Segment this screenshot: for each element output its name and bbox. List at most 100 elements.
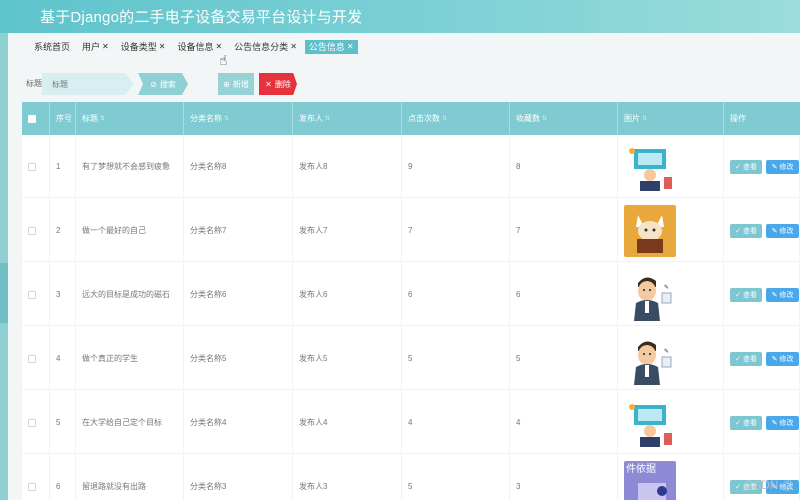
row-select-cell xyxy=(22,327,50,390)
table-row[interactable]: 1 有了梦想就不会感到疲惫 分类名称8 发布人8 9 8 ✓ 查看 ✎ 修改 xyxy=(22,135,800,198)
search-button-label: 搜索 xyxy=(159,79,176,89)
tab-label: 公告信息分类 xyxy=(234,42,289,52)
delete-button[interactable]: ✕ 删除 xyxy=(259,73,297,95)
column-header-image[interactable]: 图片 ⇅ xyxy=(618,102,724,135)
watermark: CSDN @ xyxy=(744,478,794,492)
classroom-illustration-icon xyxy=(624,396,676,449)
delete-button-label: 删除 xyxy=(274,79,291,89)
tab-home[interactable]: 系统首页 xyxy=(30,40,75,54)
close-icon[interactable]: ✕ xyxy=(290,40,297,54)
sidebar-scroll-mark xyxy=(0,263,8,323)
table-header: 序号 标题 ⇅ 分类名称 ⇅ 发布人 ⇅ 点击次数 ⇅ 收藏数 ⇅ 图片 ⇅ 操作 xyxy=(22,102,800,135)
table-row[interactable]: 3 远大的目标是成功的磁石 分类名称6 发布人6 6 6 ✎ ✓ 查看 ✎ 修改 xyxy=(22,263,800,326)
column-header-favorites[interactable]: 收藏数 ⇅ xyxy=(510,102,618,135)
sidebar-strip[interactable] xyxy=(0,33,8,500)
cell-publisher: 发布人5 xyxy=(293,327,402,390)
cell-index: 2 xyxy=(50,199,76,262)
column-header-clicks[interactable]: 点击次数 ⇅ xyxy=(402,102,510,135)
tab-label: 设备信息 xyxy=(177,42,214,52)
view-button[interactable]: ✓ 查看 xyxy=(730,287,763,302)
cell-title: 做一个最好的自己 xyxy=(76,199,184,262)
actions-cell: ✓ 查看 ✎ 修改 xyxy=(724,135,800,198)
cell-favorites: 6 xyxy=(510,263,618,326)
edit-button[interactable]: ✎ 修改 xyxy=(766,287,799,302)
sort-icon[interactable]: ⇅ xyxy=(325,115,330,122)
row-checkbox[interactable] xyxy=(28,290,36,299)
close-icon[interactable]: ✕ xyxy=(159,40,166,54)
column-header-label: 分类名称 xyxy=(190,114,222,123)
cell-publisher: 发布人4 xyxy=(293,391,402,454)
column-header-title[interactable]: 标题 ⇅ xyxy=(76,102,184,135)
svg-text:✎: ✎ xyxy=(664,284,669,291)
notice-table: 序号 标题 ⇅ 分类名称 ⇅ 发布人 ⇅ 点击次数 ⇅ 收藏数 ⇅ 图片 ⇅ 操作 1 有了梦… xyxy=(22,102,800,500)
edit-icon: ✎ xyxy=(771,355,778,363)
check-icon: ✓ xyxy=(735,291,741,299)
row-select-cell xyxy=(22,263,50,326)
cell-index: 5 xyxy=(50,391,76,454)
cell-favorites: 4 xyxy=(510,391,618,454)
row-checkbox[interactable] xyxy=(28,482,36,491)
man-illustration-icon: ✎ xyxy=(624,268,676,321)
view-button[interactable]: ✓ 查看 xyxy=(730,159,763,174)
cell-category: 分类名称7 xyxy=(184,199,293,262)
table-row[interactable]: 6 留退路就没有出路 分类名称3 发布人3 5 3 件依据 ✓ 查看 ✎ 修改 xyxy=(22,455,800,500)
sort-icon[interactable]: ⇅ xyxy=(442,115,447,122)
view-button-label: 查看 xyxy=(742,419,757,427)
row-checkbox[interactable] xyxy=(28,226,36,235)
cell-index: 6 xyxy=(50,455,76,500)
add-button-label: 新增 xyxy=(232,79,249,89)
header-select-all[interactable] xyxy=(22,102,50,135)
row-checkbox[interactable] xyxy=(28,162,36,171)
cell-clicks: 5 xyxy=(402,327,510,390)
column-header-publisher[interactable]: 发布人 ⇅ xyxy=(293,102,402,135)
select-all-checkbox[interactable] xyxy=(28,114,36,123)
view-button[interactable]: ✓ 查看 xyxy=(730,415,763,430)
tab-label: 公告信息 xyxy=(308,42,345,52)
tab-users[interactable]: 用户 ✕ xyxy=(78,40,113,54)
table-row[interactable]: 5 在大学给自己定个目标 分类名称4 发布人4 4 4 ✓ 查看 ✎ 修改 xyxy=(22,391,800,454)
sort-icon[interactable]: ⇅ xyxy=(100,115,105,122)
table-row[interactable]: 2 做一个最好的自己 分类名称7 发布人7 7 7 ✓ 查看 ✎ 修改 xyxy=(22,199,800,262)
cell-clicks: 7 xyxy=(402,199,510,262)
edit-icon: ✎ xyxy=(771,419,778,427)
tab-notices[interactable]: 公告信息 ✕ xyxy=(304,40,358,54)
edit-icon: ✎ xyxy=(771,163,778,171)
mouse-cursor-icon: ☝ xyxy=(219,52,228,68)
delete-icon: ✕ xyxy=(265,79,272,89)
row-checkbox[interactable] xyxy=(28,418,36,427)
sort-icon[interactable]: ⇅ xyxy=(224,115,229,122)
close-icon[interactable]: ✕ xyxy=(102,40,109,54)
edit-button[interactable]: ✎ 修改 xyxy=(766,351,799,366)
column-header-category[interactable]: 分类名称 ⇅ xyxy=(184,102,293,135)
table-row[interactable]: 4 做个真正的学生 分类名称5 发布人5 5 5 ✎ ✓ 查看 ✎ 修改 xyxy=(22,327,800,390)
tab-device-types[interactable]: 设备类型 ✕ xyxy=(116,40,170,54)
close-icon[interactable]: ✕ xyxy=(347,40,354,54)
column-header-index[interactable]: 序号 xyxy=(50,102,76,135)
cell-favorites: 5 xyxy=(510,327,618,390)
document-illustration-icon: 件依据 xyxy=(624,460,676,500)
cell-clicks: 4 xyxy=(402,391,510,454)
cell-favorites: 8 xyxy=(510,135,618,198)
cell-category: 分类名称5 xyxy=(184,327,293,390)
cell-publisher: 发布人7 xyxy=(293,199,402,262)
edit-button[interactable]: ✎ 修改 xyxy=(766,415,799,430)
image-cell xyxy=(618,391,724,454)
title-search-input[interactable] xyxy=(42,73,134,95)
add-icon: ⊕ xyxy=(223,79,230,89)
row-checkbox[interactable] xyxy=(28,354,36,363)
search-button[interactable]: ⊘ 搜索 xyxy=(138,73,188,95)
view-button[interactable]: ✓ 查看 xyxy=(730,351,763,366)
view-button[interactable]: ✓ 查看 xyxy=(730,223,763,238)
tab-label: 系统首页 xyxy=(34,42,71,52)
row-select-cell xyxy=(22,199,50,262)
sort-icon[interactable]: ⇅ xyxy=(542,115,547,122)
cell-category: 分类名称6 xyxy=(184,263,293,326)
tab-notice-categories[interactable]: 公告信息分类 ✕ xyxy=(230,40,301,54)
edit-button[interactable]: ✎ 修改 xyxy=(766,223,799,238)
edit-button-label: 修改 xyxy=(779,163,794,171)
sort-icon[interactable]: ⇅ xyxy=(642,115,647,122)
edit-button[interactable]: ✎ 修改 xyxy=(766,159,799,174)
cell-title: 有了梦想就不会感到疲惫 xyxy=(76,135,184,198)
column-header-label: 操作 xyxy=(730,114,746,123)
add-button[interactable]: ⊕ 新增 xyxy=(218,73,254,95)
